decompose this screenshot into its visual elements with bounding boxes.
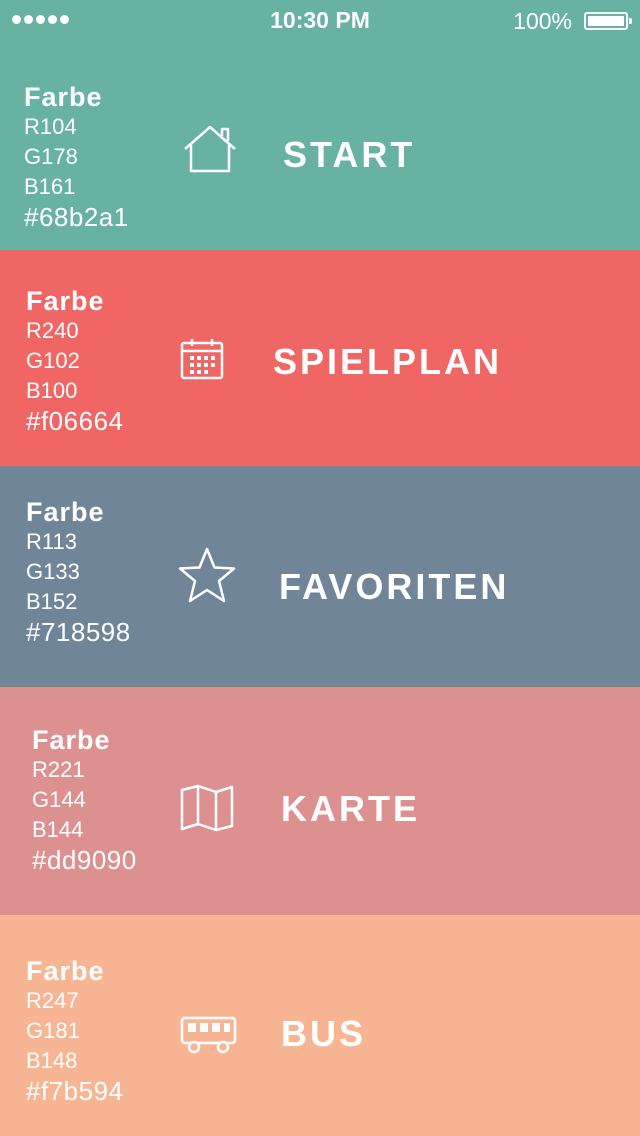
color-blue-value: B144 xyxy=(32,817,84,842)
bus-icon xyxy=(180,1015,238,1055)
nav-label-karte: KARTE xyxy=(281,788,420,829)
nav-item-favoriten[interactable]: Farbe R113 G133 B152 #718598 FAVORITEN xyxy=(0,466,640,687)
color-blue-value: B148 xyxy=(26,1048,78,1073)
color-green-value: G133 xyxy=(26,559,80,584)
nav-label-spielplan: SPIELPLAN xyxy=(273,341,503,382)
nav-label-start: START xyxy=(283,134,416,175)
color-red-value: R221 xyxy=(32,757,85,782)
color-green-value: G181 xyxy=(26,1018,80,1043)
color-hex-value: #f06664 xyxy=(26,406,124,436)
calendar-icon xyxy=(180,338,224,380)
color-info: Farbe R240 G102 B100 #f06664 xyxy=(26,286,123,436)
color-green-value: G144 xyxy=(32,787,86,812)
color-info: Farbe R221 G144 B144 #dd9090 xyxy=(32,725,137,875)
map-icon xyxy=(180,784,234,832)
nav-item-spielplan[interactable]: Farbe R240 G102 B100 #f06664 SPIELPLAN xyxy=(0,250,640,466)
nav-item-bus[interactable]: Farbe R247 G181 B148 #f7b594 BUS xyxy=(0,915,640,1136)
star-icon xyxy=(176,546,238,606)
color-label: Farbe xyxy=(26,956,105,986)
color-label: Farbe xyxy=(24,82,103,112)
app-screen: 10:30 PM 100% Farbe R104 G178 B161 #68b2… xyxy=(0,0,640,1136)
color-label: Farbe xyxy=(26,286,105,316)
color-hex-value: #68b2a1 xyxy=(24,202,129,232)
home-icon xyxy=(182,124,238,174)
color-green-value: G178 xyxy=(24,144,78,169)
color-blue-value: B152 xyxy=(26,589,78,614)
color-blue-value: B161 xyxy=(24,174,76,199)
color-red-value: R104 xyxy=(24,114,77,139)
nav-label-bus: BUS xyxy=(281,1013,367,1054)
color-red-value: R247 xyxy=(26,988,79,1013)
color-hex-value: #dd9090 xyxy=(32,845,137,875)
color-green-value: G102 xyxy=(26,348,80,373)
battery-icon xyxy=(584,12,632,30)
color-info: Farbe R247 G181 B148 #f7b594 xyxy=(26,956,123,1106)
nav-label-favoriten: FAVORITEN xyxy=(279,566,510,607)
color-red-value: R240 xyxy=(26,318,79,343)
color-red-value: R113 xyxy=(26,529,77,554)
color-info: Farbe R113 G133 B152 #718598 xyxy=(26,497,131,647)
battery-percentage: 100% xyxy=(513,8,572,34)
status-bar: 10:30 PM 100% xyxy=(0,0,640,40)
color-label: Farbe xyxy=(32,725,111,755)
color-blue-value: B100 xyxy=(26,378,78,403)
color-label: Farbe xyxy=(26,497,105,527)
nav-item-karte[interactable]: Farbe R221 G144 B144 #dd9090 KARTE xyxy=(0,687,640,915)
color-hex-value: #f7b594 xyxy=(26,1076,124,1106)
color-info: Farbe R104 G178 B161 #68b2a1 xyxy=(24,82,129,232)
color-hex-value: #718598 xyxy=(26,617,131,647)
